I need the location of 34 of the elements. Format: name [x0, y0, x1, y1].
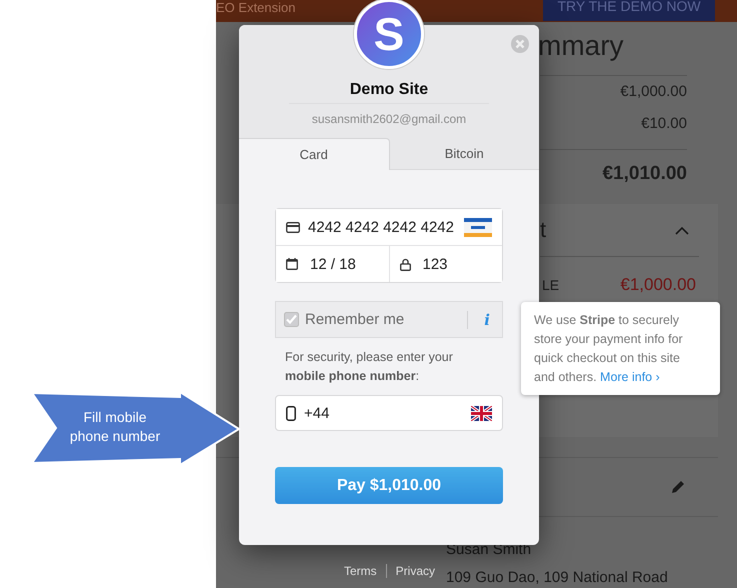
- card-brand-icon: [464, 218, 492, 236]
- shipping-address: 109 Guo Dao, 109 National Road: [446, 569, 668, 586]
- remember-me-checkbox[interactable]: Remember me i: [275, 301, 503, 338]
- chevron-icon[interactable]: [675, 226, 689, 234]
- calendar-icon: [286, 258, 298, 270]
- price: €10.00: [641, 115, 687, 132]
- more-info-link[interactable]: More info ›: [600, 370, 660, 384]
- tab[interactable]: Bitcoin: [390, 138, 539, 170]
- security-note: For security, please enter your mobile phone number:: [285, 349, 454, 385]
- demo-button[interactable]: TRY THE DEMO NOW: [543, 0, 715, 21]
- callout-text: Fill mobile phone number: [68, 408, 162, 446]
- site-title: EO Extension: [216, 1, 296, 15]
- info-icon[interactable]: i: [484, 310, 490, 328]
- lock-icon: [400, 258, 410, 270]
- cvc-field[interactable]: 123: [388, 246, 502, 282]
- pay-button[interactable]: Pay $1,010.00: [275, 467, 503, 504]
- checkbox-icon[interactable]: [284, 312, 299, 327]
- section-title: t: [540, 217, 546, 243]
- price: €1,000.00: [620, 83, 687, 100]
- summary-title: mmary: [538, 29, 625, 63]
- tooltip-text: We use Stripe to securely store your payment info for quick checkout on this site and others. More info ›: [534, 312, 684, 386]
- item-label: LE: [542, 277, 560, 293]
- item-price: €1,000.00: [620, 275, 696, 295]
- phone-field[interactable]: +44: [275, 395, 503, 431]
- dialog-title: Demo Site: [350, 81, 428, 100]
- total-price: €1,010.00: [602, 163, 687, 184]
- pencil-icon[interactable]: [670, 479, 686, 495]
- flag-icon[interactable]: [471, 406, 492, 420]
- footer-link[interactable]: Privacy: [386, 564, 444, 578]
- card-icon: [286, 222, 300, 232]
- logo-letter: S: [374, 7, 404, 61]
- footer-link[interactable]: Terms: [335, 564, 386, 578]
- phone-icon: [286, 406, 296, 420]
- tab[interactable]: Card: [239, 138, 390, 170]
